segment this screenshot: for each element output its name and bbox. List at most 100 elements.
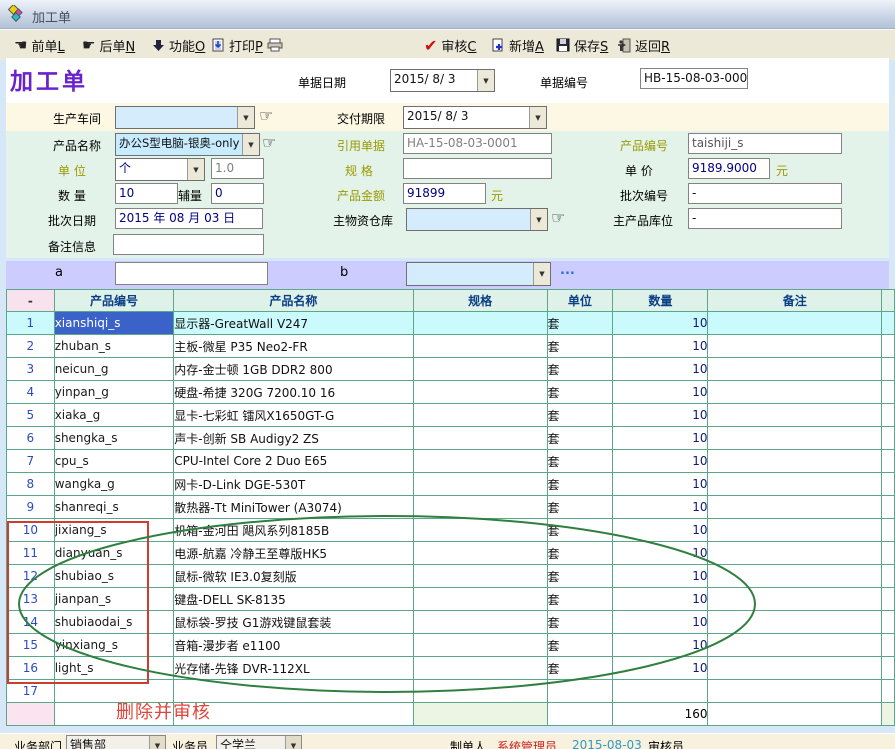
cell-num[interactable] <box>7 703 55 726</box>
header-note[interactable]: 备注 <box>708 290 882 312</box>
cell-num[interactable]: 4 <box>7 381 55 404</box>
cell-note[interactable] <box>708 473 882 496</box>
cell-code[interactable]: shanreqi_s <box>54 496 174 519</box>
cell-qty[interactable]: 10 <box>613 542 708 565</box>
cell-qty[interactable]: 10 <box>613 404 708 427</box>
cell-qty[interactable]: 10 <box>613 427 708 450</box>
cell-num[interactable]: 6 <box>7 427 55 450</box>
cell-qty[interactable]: 10 <box>613 634 708 657</box>
cell-num[interactable]: 1 <box>7 312 55 335</box>
cell-code[interactable]: jixiang_s <box>54 519 174 542</box>
cell-num[interactable]: 15 <box>7 634 55 657</box>
cell-unit[interactable]: 套 <box>547 588 613 611</box>
agent-select[interactable]: 仝学兰▼ <box>216 735 302 749</box>
cell-note[interactable] <box>708 542 882 565</box>
cell-qty[interactable]: 160 <box>613 703 708 726</box>
cell-fill[interactable] <box>882 496 895 519</box>
cell-num[interactable]: 13 <box>7 588 55 611</box>
product-name-select[interactable]: 办公S型电脑-银奥-only▼ <box>115 133 260 156</box>
spec-field[interactable] <box>403 158 552 179</box>
cell-spec[interactable] <box>413 381 547 404</box>
cell-code[interactable]: jianpan_s <box>54 588 174 611</box>
prev-doc-button[interactable]: ☚ 前单L <box>14 30 65 60</box>
cell-fill[interactable] <box>882 588 895 611</box>
cell-spec[interactable] <box>413 519 547 542</box>
workshop-lookup-hand-icon[interactable]: ☞ <box>259 108 273 124</box>
cell-unit[interactable]: 套 <box>547 542 613 565</box>
cell-qty[interactable]: 10 <box>613 450 708 473</box>
cell-spec[interactable] <box>413 634 547 657</box>
cell-num[interactable]: 16 <box>7 657 55 680</box>
chevron-down-icon[interactable]: ▼ <box>529 107 546 128</box>
cell-spec[interactable] <box>413 680 547 703</box>
chevron-down-icon[interactable]: ▼ <box>477 70 494 91</box>
field-a-input[interactable] <box>115 262 268 285</box>
cell-code[interactable]: shengka_s <box>54 427 174 450</box>
cell-spec[interactable] <box>413 703 547 726</box>
more-button[interactable]: ... <box>560 263 575 278</box>
cell-note[interactable] <box>708 496 882 519</box>
cell-name[interactable]: 主板-微星 P35 Neo2-FR <box>174 335 413 358</box>
chevron-down-icon[interactable]: ▼ <box>187 159 204 180</box>
cell-spec[interactable] <box>413 542 547 565</box>
cell-note[interactable] <box>708 358 882 381</box>
cell-code[interactable]: shubiaodai_s <box>54 611 174 634</box>
cell-qty[interactable]: 10 <box>613 335 708 358</box>
cell-name[interactable] <box>174 703 413 726</box>
cell-spec[interactable] <box>413 335 547 358</box>
cell-num[interactable]: 7 <box>7 450 55 473</box>
cell-code[interactable]: xiaka_g <box>54 404 174 427</box>
cell-qty[interactable]: 10 <box>613 588 708 611</box>
cell-num[interactable]: 2 <box>7 335 55 358</box>
cell-note[interactable] <box>708 703 882 726</box>
cell-qty[interactable]: 10 <box>613 611 708 634</box>
chevron-down-icon[interactable]: ▼ <box>242 134 259 155</box>
cell-spec[interactable] <box>413 427 547 450</box>
unit-factor-field[interactable]: 1.0 <box>211 158 264 179</box>
doc-no-field[interactable]: HB-15-08-03-0001 <box>640 68 748 89</box>
cell-name[interactable]: 硬盘-希捷 320G 7200.10 16 <box>174 381 413 404</box>
cell-unit[interactable]: 套 <box>547 450 613 473</box>
header-qty[interactable]: 数量 <box>613 290 708 312</box>
cell-qty[interactable]: 10 <box>613 519 708 542</box>
header-spec[interactable]: 规格 <box>413 290 547 312</box>
cell-code[interactable]: wangka_g <box>54 473 174 496</box>
cell-code[interactable] <box>54 680 174 703</box>
cell-num[interactable]: 5 <box>7 404 55 427</box>
cell-unit[interactable]: 套 <box>547 312 613 335</box>
cell-note[interactable] <box>708 588 882 611</box>
cell-fill[interactable] <box>882 634 895 657</box>
cell-code[interactable]: cpu_s <box>54 450 174 473</box>
cell-unit[interactable]: 套 <box>547 565 613 588</box>
cell-code[interactable]: dianyuan_s <box>54 542 174 565</box>
cell-note[interactable] <box>708 657 882 680</box>
cell-note[interactable] <box>708 427 882 450</box>
cell-unit[interactable]: 套 <box>547 657 613 680</box>
cell-unit[interactable]: 套 <box>547 335 613 358</box>
cell-spec[interactable] <box>413 611 547 634</box>
new-button[interactable]: 新增A <box>491 30 544 60</box>
cell-name[interactable]: 键盘-DELL SK-8135 <box>174 588 413 611</box>
cell-note[interactable] <box>708 404 882 427</box>
cell-note[interactable] <box>708 611 882 634</box>
deadline-select[interactable]: 2015/ 8/ 3▼ <box>403 106 547 129</box>
cell-spec[interactable] <box>413 473 547 496</box>
cell-fill[interactable] <box>882 381 895 404</box>
cell-spec[interactable] <box>413 450 547 473</box>
cell-num[interactable]: 17 <box>7 680 55 703</box>
cell-unit[interactable]: 套 <box>547 634 613 657</box>
header-product-code[interactable]: 产品编号 <box>54 290 174 312</box>
cell-name[interactable]: CPU-Intel Core 2 Duo E65 <box>174 450 413 473</box>
warehouse-select[interactable]: ▼ <box>406 208 548 231</box>
cell-fill[interactable] <box>882 473 895 496</box>
cell-name[interactable]: 散热器-Tt MiniTower (A3074) <box>174 496 413 519</box>
header-unit[interactable]: 单位 <box>547 290 613 312</box>
cell-fill[interactable] <box>882 703 895 726</box>
cell-fill[interactable] <box>882 404 895 427</box>
doc-date-select[interactable]: 2015/ 8/ 3▼ <box>390 69 495 92</box>
cell-fill[interactable] <box>882 657 895 680</box>
cell-spec[interactable] <box>413 588 547 611</box>
cell-fill[interactable] <box>882 565 895 588</box>
cell-code[interactable]: xianshiqi_s <box>54 312 174 335</box>
workshop-select[interactable]: ▼ <box>115 106 255 129</box>
